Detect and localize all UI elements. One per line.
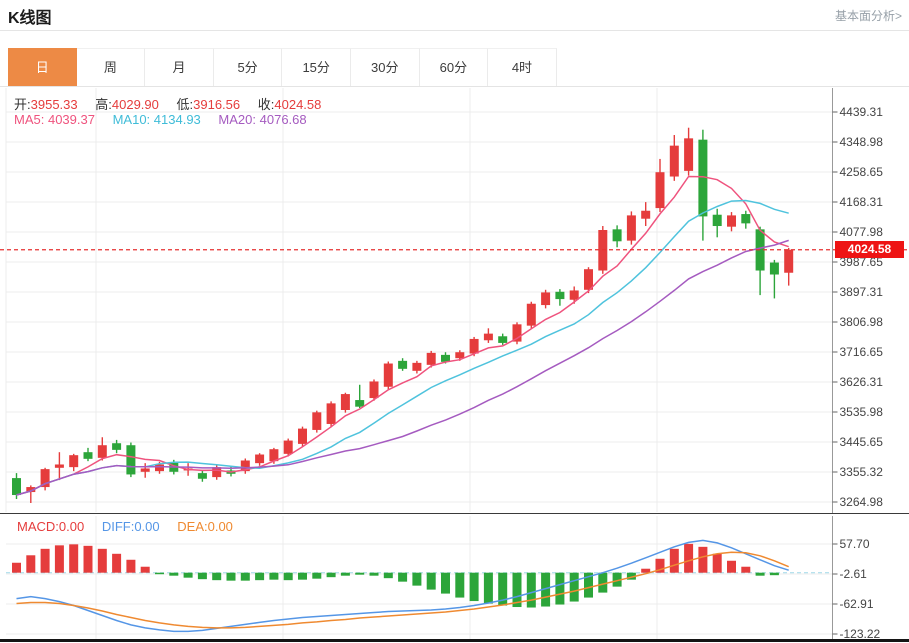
macd-info: MACD:0.00 DIFF:0.00 DEA:0.00 bbox=[17, 519, 233, 534]
ma10-value: 4134.93 bbox=[153, 112, 201, 127]
current-price-badge: 4024.58 bbox=[835, 241, 904, 258]
tab-60min[interactable]: 60分 bbox=[419, 48, 489, 86]
svg-text:3716.65: 3716.65 bbox=[840, 345, 884, 359]
svg-text:3445.65: 3445.65 bbox=[840, 435, 884, 449]
macd-svg: 57.70-2.61-62.91-123.22 bbox=[6, 516, 881, 640]
svg-text:-62.91: -62.91 bbox=[840, 597, 874, 611]
high-value: 4029.90 bbox=[111, 97, 159, 112]
tab-4hour[interactable]: 4时 bbox=[488, 48, 557, 86]
diff-label: DIFF: bbox=[101, 519, 135, 534]
ma5-value: 4039.37 bbox=[47, 112, 95, 127]
high-label: 高: bbox=[95, 97, 112, 112]
macd-panel: 57.70 -2.61 -62.91 -123.22 MACD:0.00 DIFF:0… bbox=[0, 516, 909, 640]
svg-text:3264.98: 3264.98 bbox=[840, 495, 884, 509]
close-label: 收: bbox=[257, 97, 275, 112]
macd-value: 0.00 bbox=[58, 519, 85, 534]
dea-label: DEA: bbox=[177, 519, 208, 534]
kline-page: K线图 基本面分析> 日 周 月 5分 15分 30分 60分 4时 4439.… bbox=[0, 0, 909, 643]
svg-text:3897.31: 3897.31 bbox=[840, 285, 884, 299]
macd-label: MACD: bbox=[17, 519, 59, 534]
ohlc-info: 开:3955.33 高:4029.90 低:3916.56 收:4024.58 bbox=[14, 94, 321, 113]
candlestick-chart: 4439.31 4348.98 4258.65 4168.31 4077.98 3987.… bbox=[0, 88, 909, 513]
period-tabbar: 日 周 月 5分 15分 30分 60分 4时 bbox=[8, 48, 557, 86]
ma20-value: 4076.68 bbox=[259, 112, 307, 127]
ma5-label: MA5: bbox=[14, 112, 45, 127]
tabbar-underline bbox=[0, 86, 909, 87]
fundamental-analysis-link[interactable]: 基本面分析> bbox=[835, 7, 902, 24]
svg-text:57.70: 57.70 bbox=[840, 537, 870, 551]
tab-30min[interactable]: 30分 bbox=[350, 48, 420, 86]
page-header: K线图 基本面分析> bbox=[0, 0, 909, 31]
tab-day[interactable]: 日 bbox=[8, 48, 77, 86]
svg-text:4348.98: 4348.98 bbox=[840, 135, 884, 149]
tab-5min[interactable]: 5分 bbox=[213, 48, 283, 86]
ma-info: MA5: 4039.37 MA10: 4134.93 MA20: 4076.68 bbox=[14, 112, 307, 127]
low-label: 低: bbox=[176, 97, 194, 112]
svg-text:4439.31: 4439.31 bbox=[840, 105, 884, 119]
diff-value: 0.00 bbox=[134, 519, 160, 534]
tab-week[interactable]: 周 bbox=[76, 48, 146, 86]
ma10-label: MA10: bbox=[112, 112, 151, 127]
svg-text:-2.61: -2.61 bbox=[840, 567, 868, 581]
dea-value: 0.00 bbox=[207, 519, 233, 534]
svg-text:4168.31: 4168.31 bbox=[840, 195, 884, 209]
ma20-label: MA20: bbox=[218, 112, 256, 127]
open-value: 3955.33 bbox=[30, 97, 78, 112]
tab-15min[interactable]: 15分 bbox=[282, 48, 351, 86]
svg-text:4258.65: 4258.65 bbox=[840, 165, 884, 179]
candlestick-svg: 4439.314348.984258.654168.314077.983987.… bbox=[0, 88, 909, 513]
page-title: K线图 bbox=[8, 10, 52, 27]
low-value: 3916.56 bbox=[193, 97, 241, 112]
svg-text:3626.31: 3626.31 bbox=[840, 375, 884, 389]
svg-text:3806.98: 3806.98 bbox=[840, 315, 884, 329]
close-value: 4024.58 bbox=[274, 97, 322, 112]
bottom-border bbox=[0, 639, 909, 642]
panel-divider bbox=[0, 513, 909, 514]
svg-text:3355.32: 3355.32 bbox=[840, 465, 884, 479]
open-label: 开: bbox=[14, 97, 31, 112]
svg-text:4077.98: 4077.98 bbox=[840, 225, 884, 239]
tab-month[interactable]: 月 bbox=[145, 48, 214, 86]
svg-text:3535.98: 3535.98 bbox=[840, 405, 884, 419]
